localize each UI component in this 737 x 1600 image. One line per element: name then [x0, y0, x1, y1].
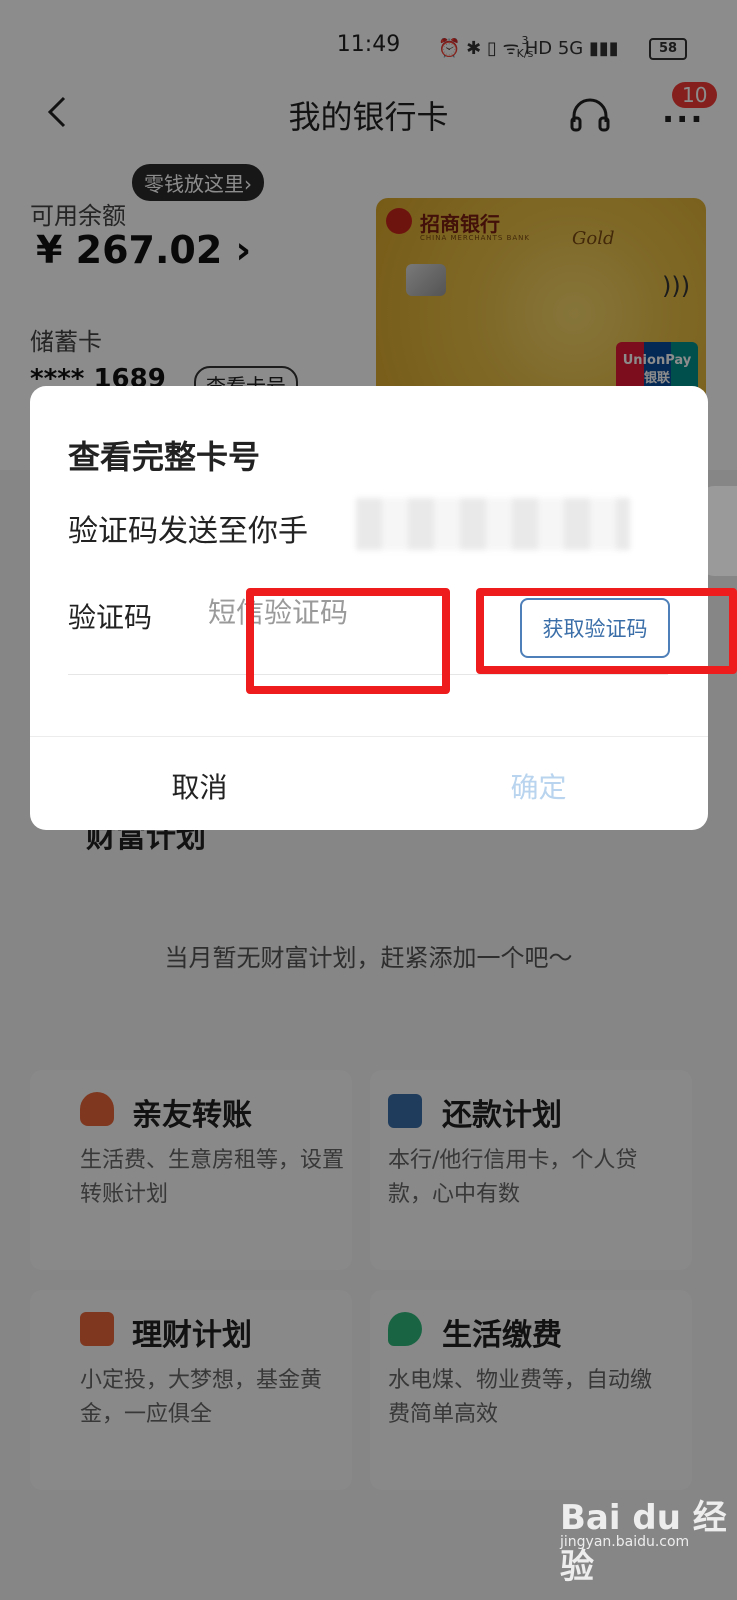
confirm-button[interactable]: 确定 — [369, 766, 708, 806]
code-label: 验证码 — [68, 601, 153, 634]
watermark-url: jingyan.baidu.com — [560, 1534, 690, 1550]
phone-number-blurred — [356, 498, 630, 550]
highlight-box-get-code — [476, 588, 737, 674]
cancel-button[interactable]: 取消 — [30, 766, 369, 806]
highlight-box-input — [246, 588, 450, 694]
dialog-title: 查看完整卡号 — [68, 438, 261, 476]
dialog-divider — [30, 736, 708, 737]
dialog-message: 验证码发送至你手 — [68, 514, 308, 549]
